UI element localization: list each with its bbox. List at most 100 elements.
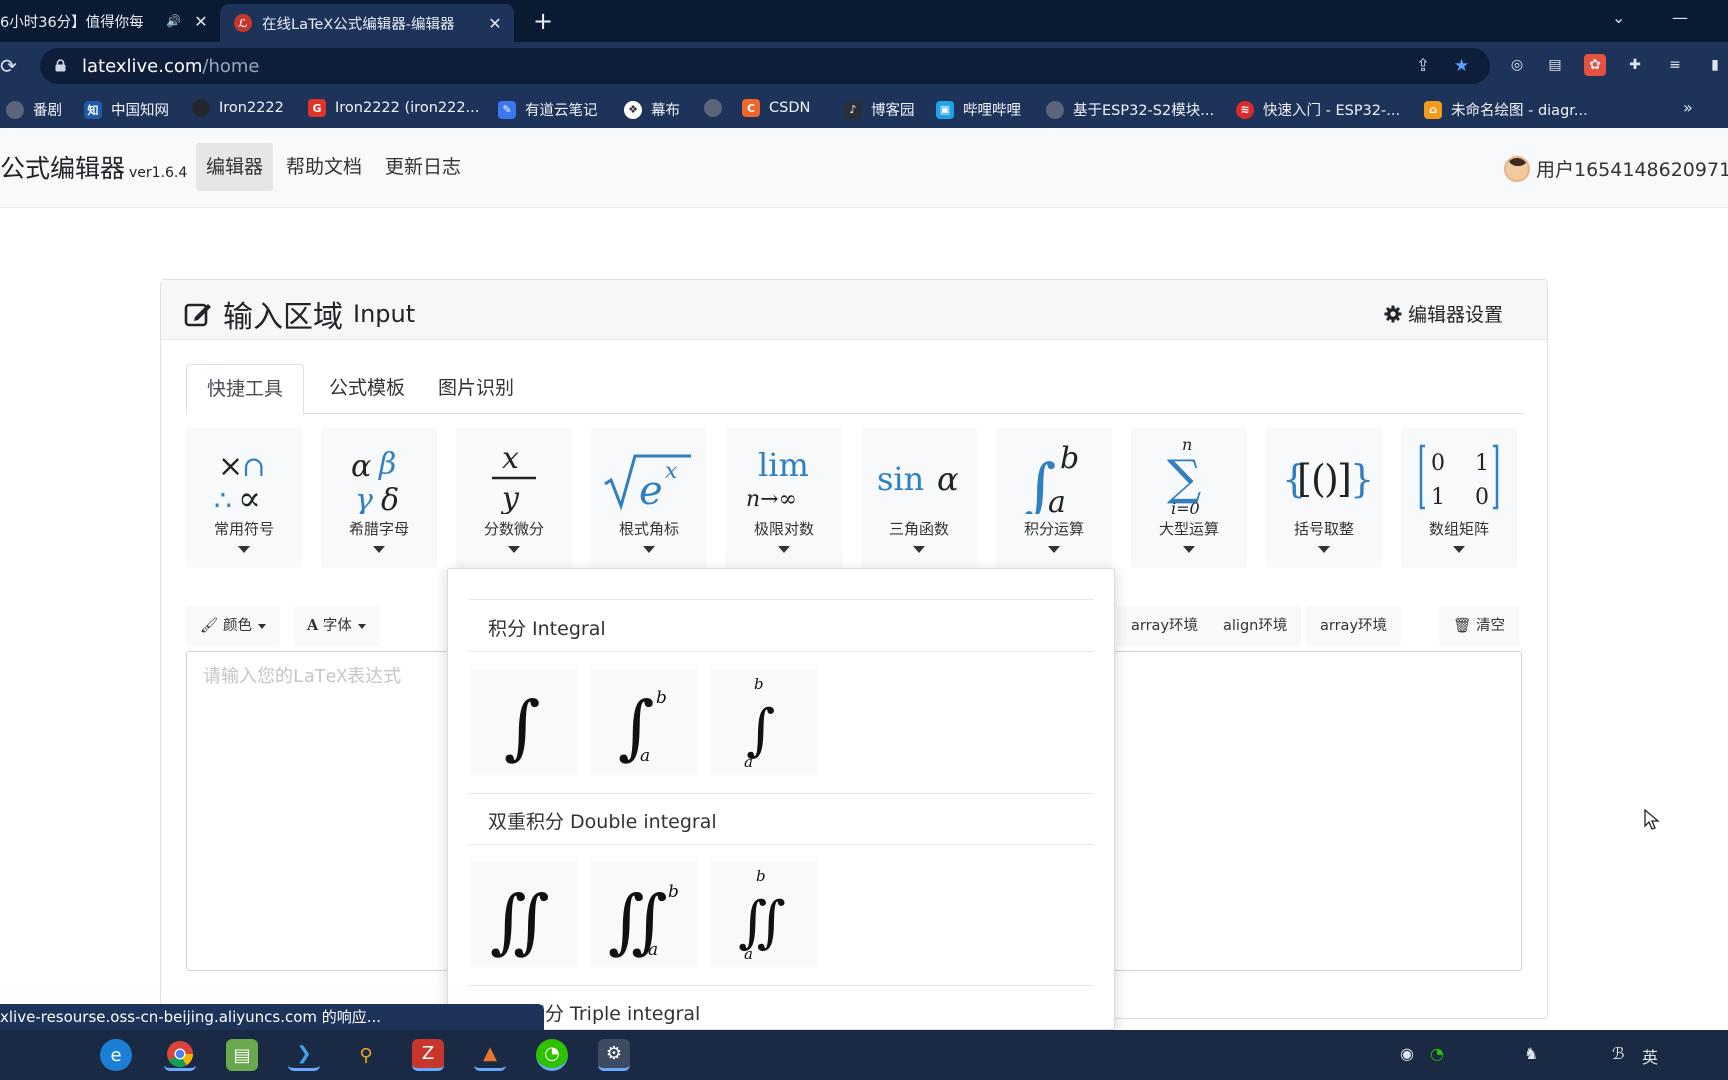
tool-label: 分数微分 [483, 520, 544, 538]
bookmark-item[interactable]: ❖ 幕布 [624, 99, 680, 120]
bookmark-item[interactable]: ≋ 快速入门 - ESP32-... [1236, 99, 1400, 120]
bookmark-item[interactable]: C CSDN [742, 99, 810, 117]
svg-text:lim: lim [758, 446, 809, 484]
robot-icon[interactable]: ⚙ [598, 1039, 630, 1071]
svg-text:}: } [1350, 457, 1374, 501]
svg-text:b: b [668, 882, 679, 902]
clear-button[interactable]: 🗑 清空 [1439, 606, 1520, 646]
greek-letters-icon: α β γ δ [351, 447, 399, 514]
username: 用户16541486209718 [1536, 159, 1728, 181]
integral-symbol-icon: ∫ [504, 686, 540, 768]
tab-quick-tools[interactable]: 快捷工具 [186, 364, 305, 415]
tool-matrix[interactable]: 0 1 1 0 数组矩阵 [1401, 428, 1517, 568]
user-menu[interactable]: 用户16541486209718 [1504, 155, 1728, 182]
definite-double-integral-option[interactable]: ∬ b a [590, 861, 698, 967]
bookmark-item[interactable]: G Iron2222 (iron222... [308, 99, 479, 117]
espressif-icon: ≋ [1236, 100, 1254, 119]
reload-icon[interactable]: ⟳ [0, 54, 17, 78]
puzzle-extensions-icon[interactable]: ✚ [1624, 54, 1646, 76]
minimize-icon[interactable]: — [1672, 8, 1688, 27]
svg-text:β: β [378, 447, 396, 482]
bookmark-label: 幕布 [651, 103, 680, 119]
card-title: 输入区域 Input [183, 292, 415, 336]
tool-radical[interactable]: e x 根式角标 [591, 428, 707, 568]
tray-qq-icon[interactable]: ♞ [1524, 1044, 1538, 1063]
bookmark-item[interactable]: ♪ 博客园 [844, 99, 915, 120]
align-env-button[interactable]: align环境 [1209, 606, 1302, 646]
nav-help-docs[interactable]: 帮助文档 [276, 143, 372, 191]
reading-mode-icon[interactable]: ◎ [1506, 54, 1528, 76]
double-integral-option[interactable]: ∬ [470, 861, 578, 967]
bookmark-item[interactable]: Iron2222 [192, 99, 284, 117]
editor-settings-button[interactable]: 编辑器设置 [1384, 300, 1503, 327]
edge-icon[interactable]: e [100, 1039, 132, 1071]
svg-text:∝: ∝ [238, 479, 261, 514]
divider [468, 793, 1094, 794]
new-tab-button[interactable]: + [528, 6, 558, 36]
extension-app-icon[interactable]: ✿ [1584, 54, 1606, 76]
close-icon[interactable]: ✕ [190, 12, 212, 31]
bookmark-star-icon[interactable]: ★ [1454, 56, 1469, 76]
site-navbar: 公式编辑器 ver1.6.4 编辑器 帮助文档 更新日志 用户1654148620… [0, 128, 1728, 208]
svg-text:sin: sin [877, 460, 924, 498]
color-dropdown-button[interactable]: 🖌 颜色 [186, 606, 281, 646]
browser-tab-video[interactable]: 6小时36分】值得你每 🔊 ✕ [0, 0, 220, 42]
tray-app-icon[interactable]: ℬ [1612, 1044, 1625, 1063]
tray-chrome-icon[interactable]: ◉ [1400, 1044, 1414, 1063]
bookmark-item[interactable]: ▣ 哔哩哔哩 [936, 99, 1021, 120]
font-dropdown-button[interactable]: A 字体 [293, 606, 380, 646]
double-integral-limits-option[interactable]: b ∬ a [710, 861, 818, 967]
trash-icon: 🗑 [1453, 618, 1472, 634]
tab-formula-templates[interactable]: 公式模板 [309, 364, 425, 414]
bookmark-item[interactable]: 基于ESP32-S2模块... [1046, 99, 1214, 120]
array-env-button[interactable]: array环境 [1117, 606, 1213, 646]
definite-integral-option[interactable]: ∫ b a [590, 669, 698, 775]
wechat-icon[interactable]: ◔ [536, 1039, 568, 1071]
share-icon[interactable]: ⇪ [1416, 56, 1430, 76]
bookmark-item[interactable]: 番剧 [6, 99, 62, 120]
tool-label: 大型运算 [1158, 520, 1219, 538]
tool-common-symbols[interactable]: × ∩ ∴ ∝ 常用符号 [186, 428, 302, 568]
svg-text:∴: ∴ [214, 484, 232, 514]
matlab-icon[interactable]: ▲ [474, 1039, 506, 1071]
bookmark-item[interactable]: ⌂ 未命名绘图 - diagr... [1424, 99, 1588, 120]
bookmark-item[interactable]: ✎ 有道云笔记 [498, 99, 598, 120]
tray-wechat-icon[interactable]: ◔ [1430, 1044, 1444, 1063]
bookmarks-more-button[interactable]: » [1683, 98, 1693, 117]
speaker-icon[interactable]: 🔊 [166, 14, 184, 28]
nav-editor[interactable]: 编辑器 [196, 143, 274, 191]
vscode-icon[interactable]: ❯ [288, 1039, 320, 1071]
playlist-icon[interactable]: ≡ [1664, 54, 1686, 76]
search-tool-icon[interactable]: ⚲ [350, 1039, 382, 1071]
omnibox[interactable]: latexlive.com/home ⇪ ★ [40, 48, 1490, 84]
tray-ime-icon[interactable]: 英 [1642, 1044, 1658, 1068]
tool-brackets[interactable]: { [ ( ) ] } 括号取整 [1266, 428, 1382, 568]
url-text[interactable]: latexlive.com/home [82, 56, 260, 77]
tool-greek-letters[interactable]: α β γ δ 希腊字母 [321, 428, 437, 568]
document-icon[interactable]: ▤ [1544, 54, 1566, 76]
browser-tab-latexlive[interactable]: ℒ 在线LaTeX公式编辑器-编辑器 ✕ [220, 4, 514, 42]
card-title-cn: 输入区域 [223, 300, 343, 335]
tool-fraction[interactable]: x y 分数微分 [456, 428, 572, 568]
brand[interactable]: 公式编辑器 ver1.6.4 [0, 149, 187, 185]
tool-sum[interactable]: n ∑ i=0 大型运算 [1131, 428, 1247, 568]
array-env-button-2[interactable]: array环境 [1306, 606, 1402, 646]
side-panel-icon[interactable]: ▮ [1704, 54, 1726, 76]
integral-option[interactable]: ∫ [470, 669, 578, 775]
tool-integral[interactable]: ∫ b a 积分运算 [996, 428, 1112, 568]
bookmark-item[interactable] [704, 99, 731, 117]
bookmark-item[interactable]: 知中国知网 [84, 99, 169, 120]
zotero-icon[interactable]: Z [412, 1039, 444, 1071]
close-icon[interactable]: ✕ [484, 14, 506, 33]
notepad-icon[interactable]: ▤ [226, 1039, 258, 1071]
caret-down-icon [508, 546, 520, 553]
bookmark-label: 中国知网 [111, 103, 169, 119]
chrome-icon[interactable] [164, 1039, 196, 1071]
tool-trig[interactable]: sin α 三角函数 [861, 428, 977, 568]
tool-limit[interactable]: lim n→∞ 极限对数 [726, 428, 842, 568]
nav-changelog[interactable]: 更新日志 [375, 143, 471, 191]
address-bar: ⟳ latexlive.com/home ⇪ ★ ◎ ▤ ✿ ✚ ≡ ▮ [0, 42, 1728, 90]
definite-integral-limits-option[interactable]: b ∫ a [710, 669, 818, 775]
tab-image-recognition[interactable]: 图片识别 [418, 364, 534, 414]
tab-search-chevron-icon[interactable]: ⌄ [1612, 8, 1625, 27]
